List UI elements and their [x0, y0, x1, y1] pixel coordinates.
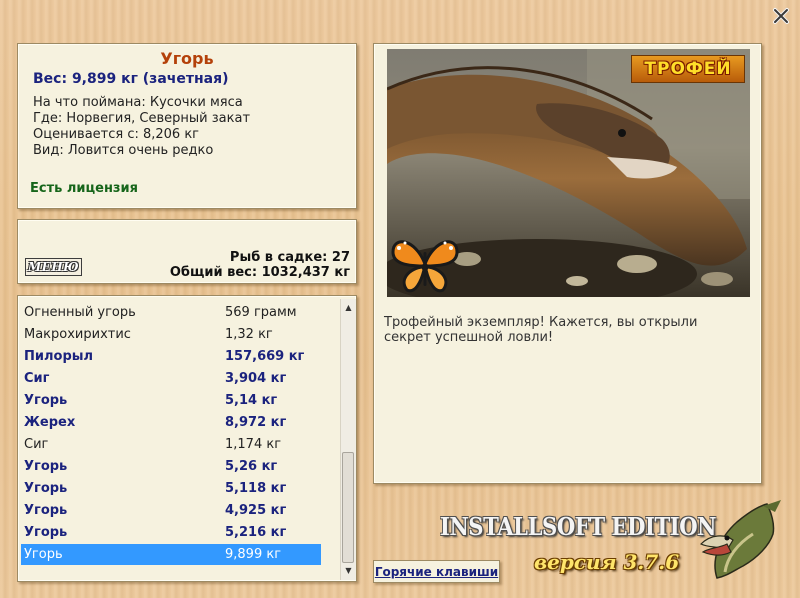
catch-list-row[interactable]: Угорь 5,26 кг — [21, 456, 321, 477]
version-label: версия 3.7.6 — [534, 550, 680, 574]
rarity-line: Вид: Ловится очень редко — [33, 143, 214, 158]
catch-fish-weight: 4,925 кг — [225, 503, 287, 518]
catch-fish-name: Пилорыл — [24, 349, 94, 364]
catch-list-row[interactable]: Угорь 4,925 кг — [21, 500, 321, 521]
catch-fish-weight: 5,216 кг — [225, 525, 287, 540]
catch-fish-name: Сиг — [24, 437, 49, 452]
catch-fish-name: Жерех — [24, 415, 76, 430]
bait-line: На что поймана: Кусочки мяса — [33, 95, 243, 110]
catch-list-row[interactable]: Угорь 5,118 кг — [21, 478, 321, 499]
license-status: Есть лицензия — [30, 181, 138, 196]
catch-list-panel: Огненный угорь 569 грамм Макрохирихтис 1,32… — [17, 295, 357, 582]
catch-list-row[interactable]: Сиг 3,904 кг — [21, 368, 321, 389]
catch-list-row[interactable]: Угорь 9,899 кг — [21, 544, 321, 565]
catch-list-row[interactable]: Угорь 5,216 кг — [21, 522, 321, 543]
fish-title: Угорь — [160, 49, 214, 68]
valuation-line: Оценивается с: 8,206 кг — [33, 127, 200, 142]
catch-fish-name: Угорь — [24, 503, 68, 518]
catch-fish-weight: 157,669 кг — [225, 349, 305, 364]
catch-fish-weight: 5,26 кг — [225, 459, 278, 474]
scroll-thumb[interactable] — [342, 452, 354, 563]
catch-fish-name: Угорь — [24, 481, 68, 496]
edition-title: INSTALLSOFT EDITION — [440, 512, 717, 541]
trophy-description: Трофейный экземпляр! Кажется, вы открыли… — [384, 315, 698, 345]
trophy-panel: ТРОФЕЙ Трофейный экземпляр! Кажется, вы … — [373, 43, 762, 484]
pike-logo-icon — [699, 500, 781, 579]
hotkeys-button[interactable]: Горячие клавиши — [373, 560, 500, 583]
catch-fish-weight: 1,32 кг — [225, 327, 273, 342]
total-weight: Общий вес: 1032,437 кг — [169, 265, 350, 280]
catch-fish-weight: 8,972 кг — [225, 415, 287, 430]
location-line: Где: Норвегия, Северный закат — [33, 111, 251, 126]
catch-fish-name: Угорь — [24, 525, 68, 540]
fish-count: Рыб в садке: 27 — [229, 250, 350, 265]
catch-list-row[interactable]: Сиг 1,174 кг — [21, 434, 321, 455]
catch-fish-weight: 569 грамм — [225, 305, 297, 320]
catch-fish-weight: 5,14 кг — [225, 393, 278, 408]
butterfly-icon — [391, 240, 459, 293]
catch-list-row[interactable]: Пилорыл 157,669 кг — [21, 346, 321, 367]
catch-fish-weight: 5,118 кг — [225, 481, 287, 496]
catch-fish-weight: 3,904 кг — [225, 371, 287, 386]
catch-list-row[interactable]: Жерех 8,972 кг — [21, 412, 321, 433]
catch-list-row[interactable]: Угорь 5,14 кг — [21, 390, 321, 411]
catch-list-row[interactable]: Макрохирихтис 1,32 кг — [21, 324, 321, 345]
close-button[interactable] — [770, 6, 792, 26]
close-icon — [773, 8, 789, 24]
fish-photo: ТРОФЕЙ — [387, 49, 750, 297]
keepnet-summary-panel: МЕНЮ Рыб в садке: 27 Общий вес: 1032,437… — [17, 219, 357, 284]
fish-info-panel: Угорь Вес: 9,899 кг (зачетная) На что по… — [17, 43, 357, 209]
catch-fish-name: Угорь — [24, 547, 63, 562]
hotkeys-label: Горячие клавиши — [374, 564, 499, 579]
catch-fish-name: Угорь — [24, 393, 68, 408]
catch-fish-name: Огненный угорь — [24, 305, 136, 320]
catch-fish-weight: 1,174 кг — [225, 437, 282, 452]
menu-button[interactable]: МЕНЮ — [25, 258, 82, 276]
catch-fish-name: Сиг — [24, 371, 50, 386]
catch-fish-weight: 9,899 кг — [225, 547, 282, 562]
trophy-badge: ТРОФЕЙ — [631, 55, 745, 83]
catch-list-row[interactable]: Огненный угорь 569 грамм — [21, 302, 321, 323]
catch-fish-name: Угорь — [24, 459, 68, 474]
scrollbar[interactable]: ▲ ▼ — [340, 299, 356, 580]
catch-fish-name: Макрохирихтис — [24, 327, 131, 342]
scroll-down-icon[interactable]: ▼ — [341, 564, 356, 578]
fish-weight: Вес: 9,899 кг (зачетная) — [33, 71, 229, 87]
scroll-up-icon[interactable]: ▲ — [341, 301, 356, 315]
